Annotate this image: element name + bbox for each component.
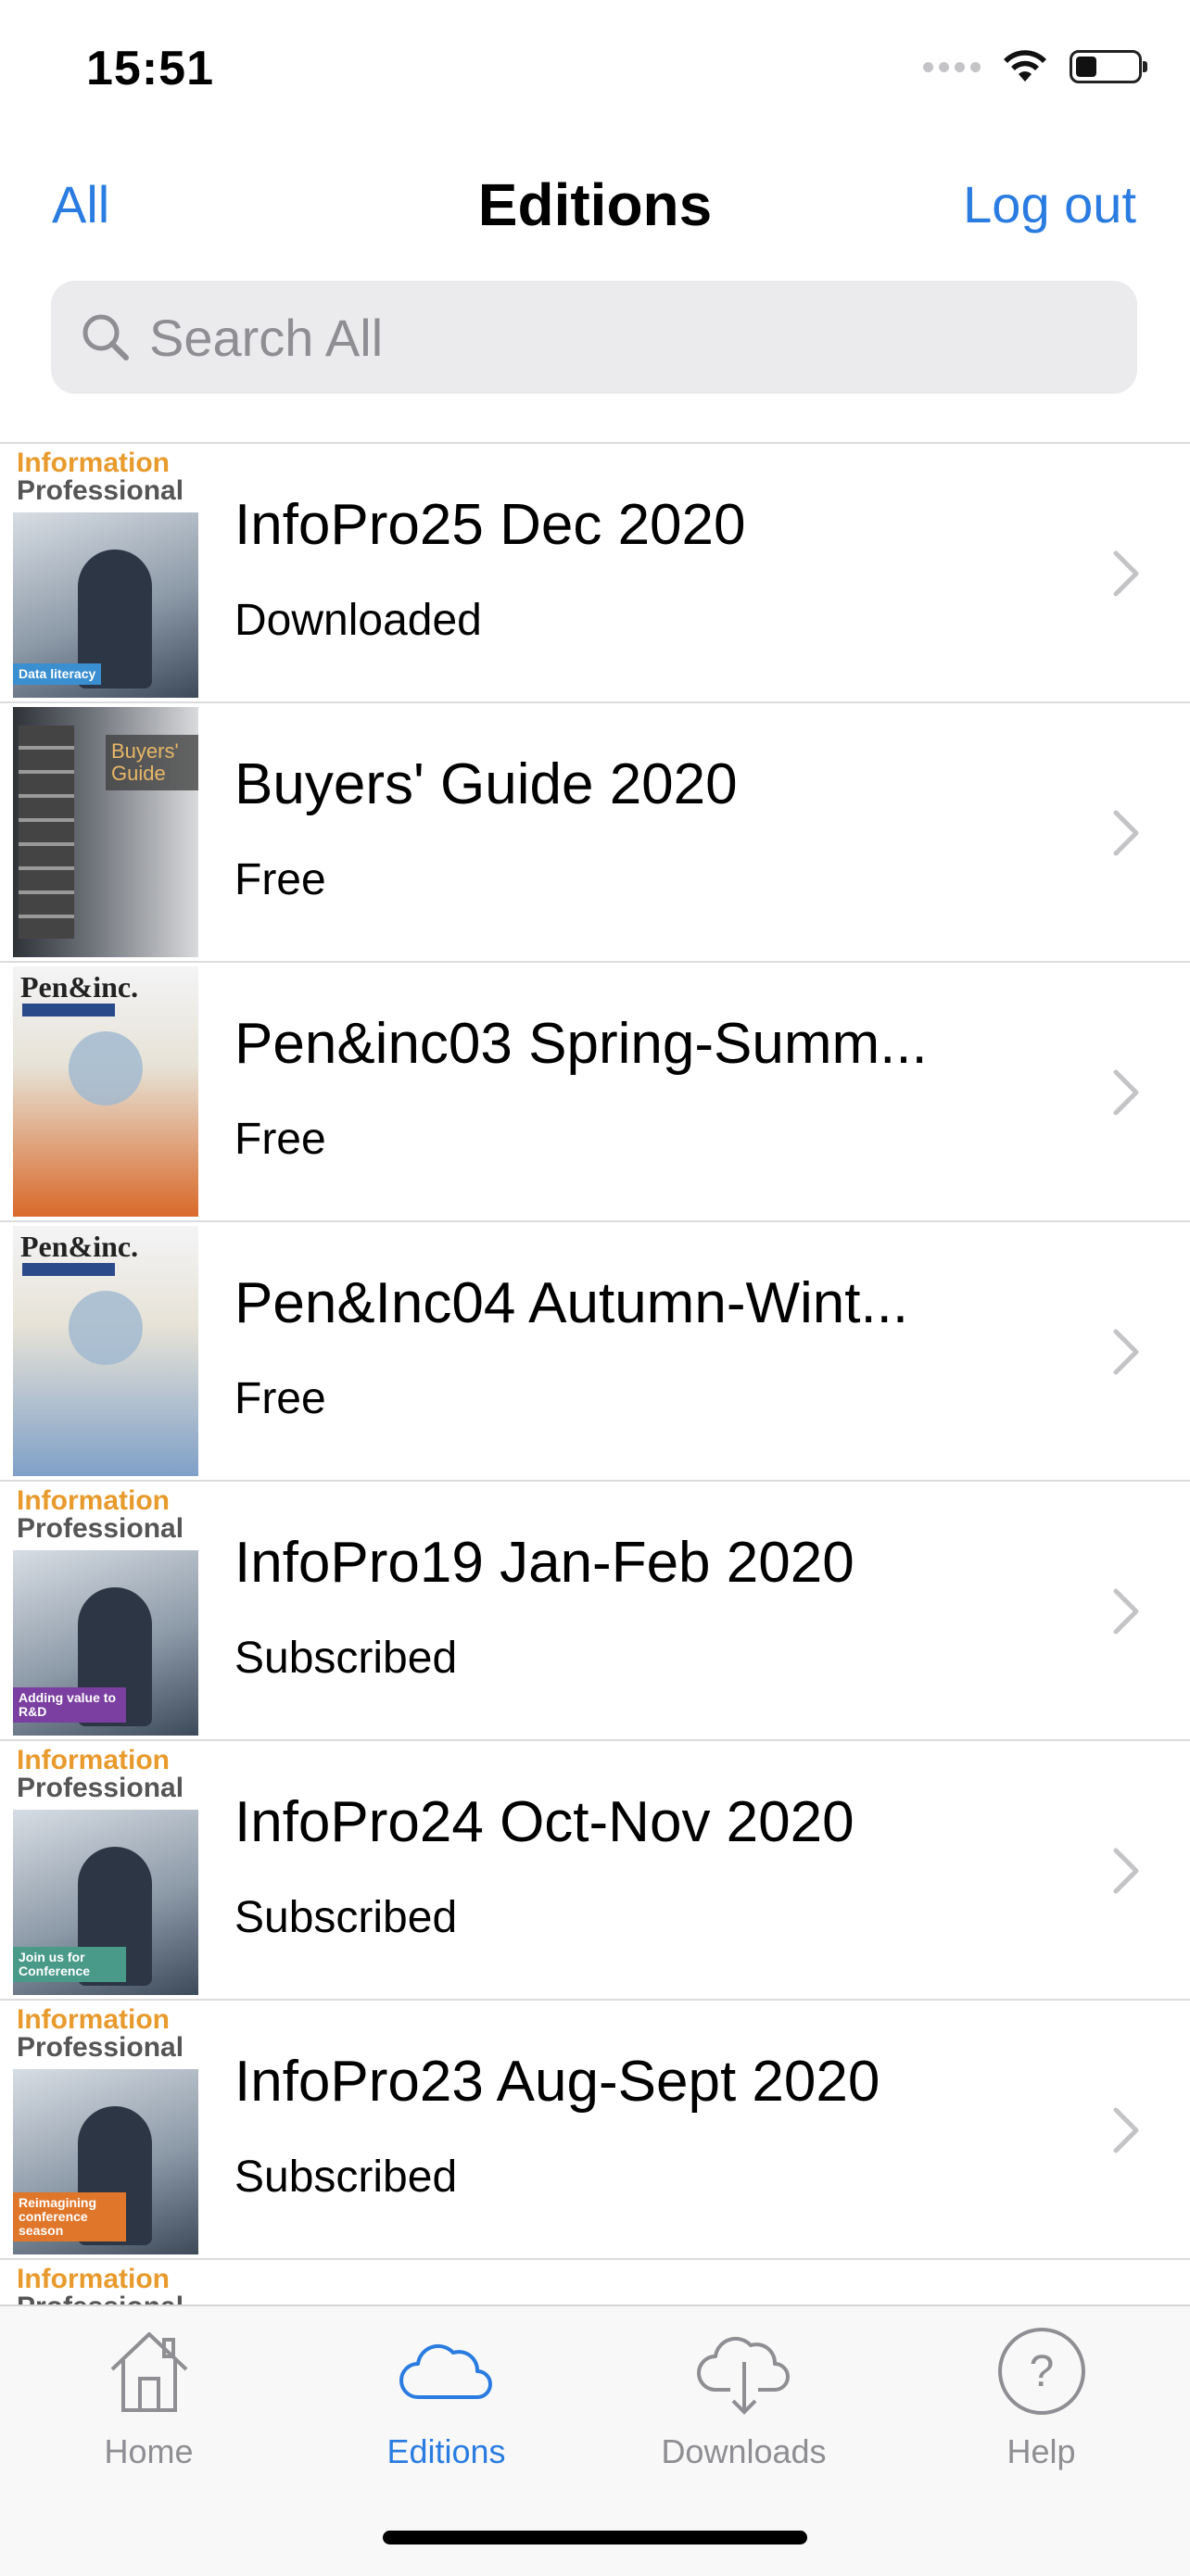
edition-status: Free (234, 855, 326, 904)
search-icon (73, 305, 138, 370)
chevron-right-icon (1113, 2107, 1139, 2153)
edition-row[interactable]: Buyers' Guide Buyers' Guide 2020 Free (0, 703, 1190, 963)
cover-masthead: InformationProfessional (13, 2004, 198, 2069)
chevron-right-icon (1113, 1848, 1139, 1894)
status-bar: 15:51 (0, 0, 1190, 139)
cover-tag: Data literacy (13, 663, 102, 685)
edition-title: InfoPro19 Jan-Feb 2020 (234, 1531, 855, 1595)
all-button[interactable]: All (52, 174, 109, 234)
edition-cover-image: Buyers' Guide (13, 707, 198, 957)
edition-status: Subscribed (234, 1634, 458, 1683)
masthead-line1: Information (17, 2004, 170, 2035)
masthead-line2: Professional (17, 2032, 184, 2063)
edition-row[interactable]: Information Professional Reimagining confe… (0, 2001, 1190, 2260)
svg-text:?: ? (1029, 2347, 1054, 2396)
cloud-icon (396, 2325, 498, 2418)
edition-title: InfoPro24 Oct-Nov 2020 (234, 1790, 855, 1854)
edition-status: Subscribed (234, 2153, 458, 2202)
edition-cover-image: Information Professional Reimagining confe… (13, 2004, 198, 2254)
masthead-line1: Information (17, 2264, 170, 2294)
edition-row[interactable]: InformationProfessional (0, 2260, 1190, 2306)
cover-title-box: Buyers' Guide (106, 735, 198, 790)
battery-icon (1070, 50, 1147, 83)
edition-row[interactable]: Pen&inc. Pen&inc03 Spring-Summ... Free (0, 963, 1190, 1222)
edition-status: Free (234, 1115, 326, 1164)
chevron-right-icon (1113, 810, 1139, 856)
cover-badge (22, 1004, 115, 1017)
edition-cover-image: Information Professional Data literacy (13, 448, 198, 698)
edition-title: Pen&Inc04 Autumn-Wint... (234, 1271, 909, 1335)
edition-row[interactable]: Information Professional Adding value to R… (0, 1482, 1190, 1741)
chevron-right-icon (1113, 1588, 1139, 1635)
battery-level (1076, 57, 1097, 77)
cloud-download-icon (693, 2325, 795, 2418)
edition-status: Subscribed (234, 1893, 458, 1942)
chevron-right-icon (1113, 1069, 1139, 1116)
tab-help[interactable]: ? Help (892, 2325, 1190, 2482)
tab-label: Downloads (661, 2432, 827, 2470)
question-mark-icon: ? (991, 2325, 1093, 2418)
cover-masthead: InformationProfessional (13, 2264, 198, 2306)
tab-label: Home (104, 2432, 194, 2470)
cover-masthead: InformationProfessional (13, 1745, 198, 1810)
tab-home[interactable]: Home (0, 2325, 298, 2482)
status-time: 15:51 (86, 42, 214, 95)
cover-tag: Adding value to R&D (13, 1687, 126, 1723)
tab-label: Editions (386, 2432, 506, 2470)
search-input[interactable]: Search All (51, 281, 1137, 394)
edition-cover-image: Information Professional Adding value to R… (13, 1485, 198, 1736)
masthead-line1: Information (17, 1745, 170, 1775)
status-indicators (923, 48, 1147, 85)
masthead-line2: Professional (17, 475, 184, 506)
edition-cover-image: InformationProfessional (13, 2264, 198, 2306)
masthead-line2: Professional (17, 1513, 184, 1544)
search-placeholder: Search All (149, 308, 384, 367)
cover-circle (69, 1291, 143, 1365)
cover-masthead: InformationProfessional (13, 448, 198, 512)
edition-cover-image: Information Professional Join us for Confe… (13, 1745, 198, 1995)
editions-list[interactable]: Information Professional Data literacy Info… (0, 442, 1190, 2306)
edition-row[interactable]: Information Professional Data literacy Info… (0, 444, 1190, 703)
masthead-line1: Information (17, 1485, 170, 1516)
tab-label: Help (1006, 2432, 1076, 2470)
masthead-line2: Professional (17, 1773, 184, 1803)
edition-title: InfoPro25 Dec 2020 (234, 493, 746, 557)
chevron-right-icon (1113, 1329, 1139, 1375)
tab-editions[interactable]: Editions (298, 2325, 595, 2482)
cover-shelves (19, 726, 74, 939)
house-icon (98, 2325, 200, 2418)
cover-masthead: Pen&inc. (20, 970, 139, 1004)
home-indicator (383, 2531, 807, 2544)
cover-circle (69, 1031, 143, 1105)
wifi-icon (1004, 50, 1046, 82)
cover-tag: Join us for Conference (13, 1947, 126, 1982)
logout-button[interactable]: Log out (963, 174, 1136, 234)
navigation-bar: All Editions Log out (0, 139, 1190, 278)
edition-row[interactable]: Pen&inc. Pen&Inc04 Autumn-Wint... Free (0, 1222, 1190, 1482)
edition-status: Free (234, 1374, 326, 1423)
cover-badge (22, 1263, 115, 1276)
edition-title: Pen&inc03 Spring-Summ... (234, 1012, 928, 1076)
edition-title: InfoPro23 Aug-Sept 2020 (234, 2050, 880, 2114)
masthead-line1: Information (17, 448, 170, 478)
cover-tag: Reimagining conference season (13, 2192, 126, 2241)
edition-cover-image: Pen&inc. (13, 1226, 198, 1476)
edition-cover-image: Pen&inc. (13, 966, 198, 1217)
chevron-right-icon (1113, 550, 1139, 597)
edition-title: Buyers' Guide 2020 (234, 752, 738, 816)
signal-icon (923, 61, 981, 72)
tab-downloads[interactable]: Downloads (595, 2325, 892, 2482)
edition-status: Downloaded (234, 596, 482, 645)
cover-masthead: InformationProfessional (13, 1485, 198, 1550)
edition-row[interactable]: Information Professional Join us for Confe… (0, 1741, 1190, 2001)
cover-masthead: Pen&inc. (20, 1230, 139, 1263)
